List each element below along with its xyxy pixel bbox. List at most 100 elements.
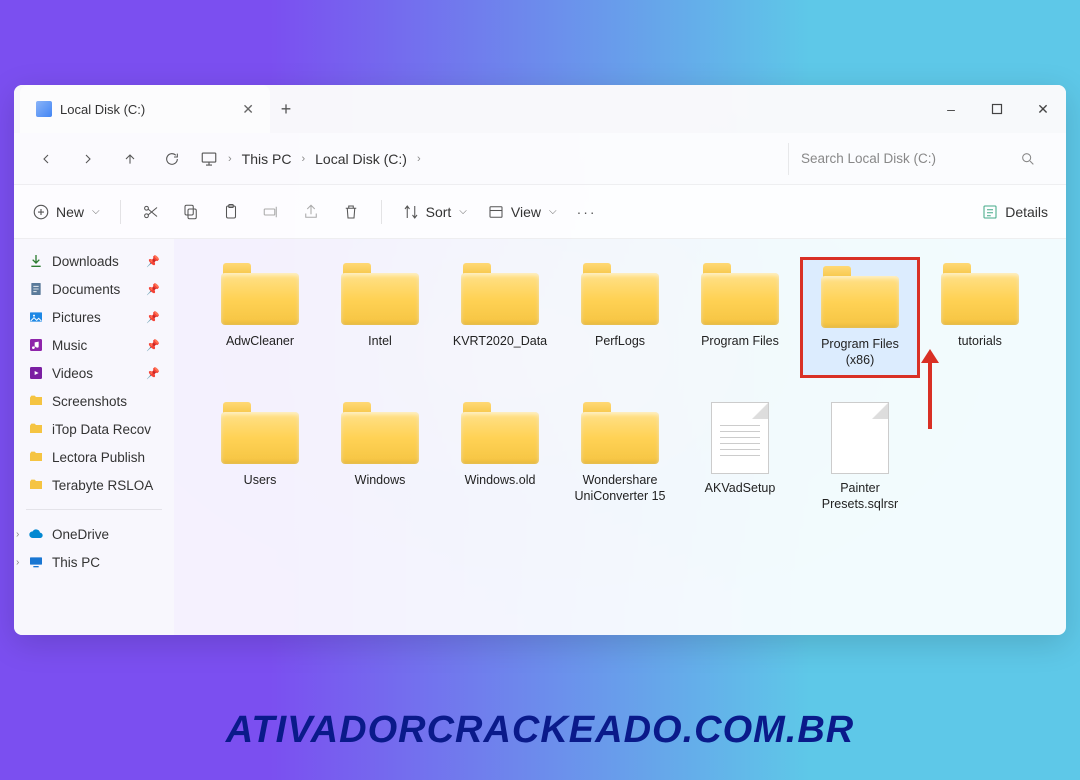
sidebar-label: Screenshots xyxy=(52,394,127,409)
sidebar: Downloads📌Documents📌Pictures📌 Music 📌 Video… xyxy=(14,239,174,635)
view-icon xyxy=(487,203,505,221)
content-area: AdwCleanerIntel KVRT2020_Data PerfLogs Prog… xyxy=(174,239,1066,635)
folder-icon xyxy=(221,263,299,325)
sidebar-label: This PC xyxy=(52,555,100,570)
folder-wondershare-uniconverter-15[interactable]: Wondershare UniConverter 15 xyxy=(560,396,680,519)
folder-icon xyxy=(221,402,299,464)
paste-button[interactable] xyxy=(221,203,241,221)
sidebar-tree-onedrive[interactable]: › OneDrive xyxy=(18,520,170,548)
chevron-right-icon: › xyxy=(301,153,305,165)
folder-icon xyxy=(28,393,44,409)
item-label: Program Files xyxy=(701,333,779,349)
sidebar-label: Music xyxy=(52,338,87,353)
up-button[interactable] xyxy=(116,145,144,173)
folder-icon xyxy=(701,263,779,325)
folder-users[interactable]: Users xyxy=(200,396,320,519)
item-label: Painter Presets.sqlrsr xyxy=(805,480,915,513)
sidebar-label: Documents xyxy=(52,282,120,297)
sidebar-item-downloads[interactable]: Downloads📌 xyxy=(18,247,170,275)
folder-perflogs[interactable]: PerfLogs xyxy=(560,257,680,378)
breadcrumb[interactable]: › This PC › Local Disk (C:) › xyxy=(200,150,774,168)
folder-icon xyxy=(461,263,539,325)
pic-icon xyxy=(28,309,44,325)
separator xyxy=(26,509,162,510)
sidebar-label: Terabyte RSLOA xyxy=(52,478,153,493)
download-icon xyxy=(28,253,44,269)
folder-icon xyxy=(821,266,899,328)
file-icon xyxy=(831,402,889,474)
item-label: Windows.old xyxy=(465,472,536,488)
sidebar-label: iTop Data Recov xyxy=(52,422,151,437)
sidebar-item-terabyte-rsloa[interactable]: Terabyte RSLOA xyxy=(18,471,170,499)
folder-windows-old[interactable]: Windows.old xyxy=(440,396,560,519)
folder-adwcleaner[interactable]: AdwCleaner xyxy=(200,257,320,378)
back-button[interactable] xyxy=(32,145,60,173)
new-tab-button[interactable]: + xyxy=(270,99,302,120)
folder-kvrt2020-data[interactable]: KVRT2020_Data xyxy=(440,257,560,378)
close-button[interactable]: ✕ xyxy=(1020,85,1066,133)
maximize-button[interactable] xyxy=(974,85,1020,133)
titlebar: Local Disk (C:) ✕ + – ✕ xyxy=(14,85,1066,133)
forward-button[interactable] xyxy=(74,145,102,173)
pin-icon: 📌 xyxy=(146,339,160,352)
cut-button[interactable] xyxy=(141,203,161,221)
item-label: Wondershare UniConverter 15 xyxy=(565,472,675,505)
sidebar-item-itop-data-recov[interactable]: iTop Data Recov xyxy=(18,415,170,443)
search-input[interactable]: Search Local Disk (C:) xyxy=(788,143,1048,175)
more-button[interactable]: ··· xyxy=(577,204,597,220)
sidebar-item-videos[interactable]: Videos📌 xyxy=(18,359,170,387)
sidebar-label: Pictures xyxy=(52,310,101,325)
sort-button[interactable]: Sort⌵ xyxy=(402,203,467,221)
file-explorer-window: Local Disk (C:) ✕ + – ✕ › This PC › Loca… xyxy=(14,85,1066,635)
sidebar-item-screenshots[interactable]: Screenshots xyxy=(18,387,170,415)
tab-close-icon[interactable]: ✕ xyxy=(242,101,254,118)
folder-program-files[interactable]: Program Files xyxy=(680,257,800,378)
item-label: KVRT2020_Data xyxy=(453,333,547,349)
navbar: › This PC › Local Disk (C:) › Search Loc… xyxy=(14,133,1066,185)
chevron-right-icon[interactable]: › xyxy=(16,529,19,540)
rename-button[interactable] xyxy=(261,203,281,221)
cloud-icon xyxy=(28,526,44,542)
breadcrumb-this-pc[interactable]: This PC xyxy=(242,151,292,167)
item-label: Windows xyxy=(355,472,406,488)
file-akvadsetup[interactable]: AKVadSetup xyxy=(680,396,800,519)
search-placeholder: Search Local Disk (C:) xyxy=(801,151,1020,166)
file-painter-presets-sqlrsr[interactable]: Painter Presets.sqlrsr xyxy=(800,396,920,519)
folder-intel[interactable]: Intel xyxy=(320,257,440,378)
share-button[interactable] xyxy=(301,203,321,221)
item-label: PerfLogs xyxy=(595,333,645,349)
separator xyxy=(120,200,121,224)
toolbar: New⌵ Sort⌵ View⌵ ··· Details xyxy=(14,185,1066,239)
watermark-text: ATIVADORCRACKEADO.COM.BR xyxy=(0,709,1080,752)
sidebar-item-lectora-publish[interactable]: Lectora Publish xyxy=(18,443,170,471)
folder-icon xyxy=(28,421,44,437)
delete-button[interactable] xyxy=(341,203,361,221)
refresh-button[interactable] xyxy=(158,145,186,173)
item-label: tutorials xyxy=(958,333,1002,349)
copy-button[interactable] xyxy=(181,203,201,221)
clipboard-icon xyxy=(222,203,240,221)
tab-local-disk[interactable]: Local Disk (C:) ✕ xyxy=(20,85,270,133)
sidebar-label: Videos xyxy=(52,366,93,381)
item-label: AKVadSetup xyxy=(705,480,776,496)
item-label: Program Files (x86) xyxy=(807,336,913,369)
details-button[interactable]: Details xyxy=(981,203,1048,221)
folder-tutorials[interactable]: tutorials xyxy=(920,257,1040,378)
sidebar-item-documents[interactable]: Documents📌 xyxy=(18,275,170,303)
sidebar-item-music[interactable]: Music 📌 xyxy=(18,331,170,359)
minimize-button[interactable]: – xyxy=(928,85,974,133)
copy-icon xyxy=(182,203,200,221)
view-button[interactable]: View⌵ xyxy=(487,203,557,221)
rename-icon xyxy=(262,203,280,221)
chevron-right-icon[interactable]: › xyxy=(16,557,19,568)
new-button[interactable]: New⌵ xyxy=(32,203,100,221)
disk-icon xyxy=(36,101,52,117)
folder-program-files-x86-[interactable]: Program Files (x86) xyxy=(800,257,920,378)
doc-icon xyxy=(28,281,44,297)
sidebar-item-pictures[interactable]: Pictures📌 xyxy=(18,303,170,331)
breadcrumb-local-disk[interactable]: Local Disk (C:) xyxy=(315,151,407,167)
folder-windows[interactable]: Windows xyxy=(320,396,440,519)
item-label: Users xyxy=(244,472,277,488)
sidebar-label: OneDrive xyxy=(52,527,109,542)
sidebar-tree-this-pc[interactable]: › This PC xyxy=(18,548,170,576)
